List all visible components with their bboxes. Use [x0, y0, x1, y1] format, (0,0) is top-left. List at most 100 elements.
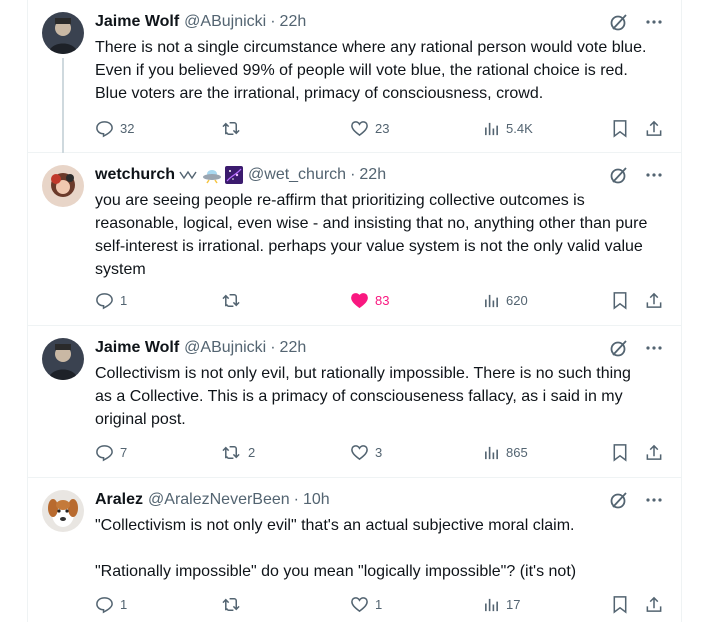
views-count: 620: [506, 292, 528, 308]
views-icon: [483, 444, 500, 461]
bookmark-icon: [611, 119, 629, 138]
bookmark-icon: [611, 443, 629, 462]
timestamp[interactable]: 22h: [280, 339, 307, 357]
like-button[interactable]: 3: [350, 442, 382, 462]
tweet-text: "Collectivism is not only evil" that's a…: [95, 517, 577, 580]
user-handle[interactable]: @wet_church: [248, 166, 346, 184]
bookmark-button[interactable]: [611, 118, 629, 138]
bookmark-icon: [611, 291, 629, 310]
more-icon[interactable]: [645, 13, 663, 31]
display-name[interactable]: Aralez: [95, 491, 143, 509]
tweet-header: Aralez @AralezNeverBeen · 10h: [95, 490, 330, 510]
more-icon[interactable]: [645, 339, 663, 357]
tweet-text: you are seeing people re-affirm that pri…: [95, 192, 648, 278]
tweet-header: Jaime Wolf @ABujnicki · 22h: [95, 12, 306, 32]
share-button[interactable]: [645, 290, 663, 310]
tweet-text: Collectivism is not only evil, but ratio…: [95, 365, 631, 428]
reply-button[interactable]: 7: [95, 442, 127, 462]
display-name[interactable]: Jaime Wolf: [95, 339, 179, 357]
tweet-header: wetchurch @wet_church · 22h: [95, 165, 386, 185]
share-icon: [645, 119, 663, 138]
avatar[interactable]: [42, 490, 84, 532]
thread-line: [62, 58, 64, 153]
share-icon: [645, 595, 663, 614]
views-count: 865: [506, 444, 528, 460]
views-button[interactable]: 865: [483, 442, 528, 462]
more-icon[interactable]: [645, 491, 663, 509]
views-button[interactable]: 5.4K: [483, 118, 533, 138]
more-icon[interactable]: [645, 166, 663, 184]
galaxy-emoji-icon: [225, 166, 244, 184]
tweet[interactable]: wetchurch @wet_church · 22h you are seei…: [28, 153, 681, 326]
avatar[interactable]: [42, 12, 84, 54]
bookmark-icon: [611, 595, 629, 614]
reply-icon: [95, 291, 114, 310]
avatar[interactable]: [42, 338, 84, 380]
user-handle[interactable]: @AralezNeverBeen: [148, 491, 290, 509]
like-icon: [350, 119, 369, 138]
reply-button[interactable]: 1: [95, 290, 127, 310]
user-handle[interactable]: @ABujnicki: [184, 13, 266, 31]
grok-icon[interactable]: [609, 12, 629, 32]
reply-button[interactable]: 1: [95, 594, 127, 614]
repost-button[interactable]: [221, 118, 248, 138]
timeline: Jaime Wolf @ABujnicki · 22h There is not…: [27, 0, 682, 622]
views-button[interactable]: 620: [483, 290, 528, 310]
views-icon: [483, 292, 500, 309]
separator-dot: ·: [293, 491, 299, 508]
tweet-text: There is not a single circumstance where…: [95, 39, 647, 102]
views-count: 17: [506, 596, 521, 612]
action-bar: 1 1 17: [95, 594, 665, 614]
action-bar: 1 83 620: [95, 290, 665, 310]
repost-button[interactable]: 2: [221, 442, 255, 462]
separator-dot: ·: [350, 166, 356, 183]
grok-icon[interactable]: [609, 338, 629, 358]
grok-icon[interactable]: [609, 490, 629, 510]
tweet[interactable]: Jaime Wolf @ABujnicki · 22h Collectivism…: [28, 326, 681, 478]
timestamp[interactable]: 22h: [280, 13, 307, 31]
views-count: 5.4K: [506, 120, 533, 136]
share-icon: [645, 443, 663, 462]
action-bar: 7 2 3 865: [95, 442, 665, 462]
views-button[interactable]: 17: [483, 594, 520, 614]
repost-icon: [221, 119, 242, 138]
timestamp[interactable]: 22h: [359, 166, 386, 184]
like-count: 1: [375, 596, 383, 612]
user-handle[interactable]: @ABujnicki: [184, 339, 266, 357]
share-button[interactable]: [645, 118, 663, 138]
action-bar: 32 23 5.4K: [95, 118, 665, 138]
display-name[interactable]: wetchurch: [95, 166, 175, 184]
wave-emoji-icon: [179, 170, 197, 180]
like-icon: [350, 443, 369, 462]
like-count: 83: [375, 292, 390, 308]
tweet[interactable]: Aralez @AralezNeverBeen · 10h "Collectiv…: [28, 478, 681, 622]
timestamp[interactable]: 10h: [303, 491, 330, 509]
bookmark-button[interactable]: [611, 594, 629, 614]
avatar[interactable]: [42, 165, 84, 207]
tweet-top-actions: [609, 12, 663, 32]
like-button[interactable]: 1: [350, 594, 382, 614]
tweet[interactable]: Jaime Wolf @ABujnicki · 22h There is not…: [28, 0, 681, 153]
grok-icon[interactable]: [609, 165, 629, 185]
share-button[interactable]: [645, 442, 663, 462]
display-name[interactable]: Jaime Wolf: [95, 13, 179, 31]
like-count: 3: [375, 444, 383, 460]
repost-button[interactable]: [221, 290, 248, 310]
like-button[interactable]: 83: [350, 290, 389, 310]
separator-dot: ·: [270, 339, 276, 356]
bookmark-button[interactable]: [611, 442, 629, 462]
tweet-top-actions: [609, 338, 663, 358]
like-button[interactable]: 23: [350, 118, 389, 138]
views-icon: [483, 596, 500, 613]
repost-button[interactable]: [221, 594, 248, 614]
reply-icon: [95, 595, 114, 614]
reply-count: 1: [120, 292, 128, 308]
share-button[interactable]: [645, 594, 663, 614]
bookmark-button[interactable]: [611, 290, 629, 310]
views-icon: [483, 120, 500, 137]
repost-icon: [221, 291, 242, 310]
repost-icon: [221, 595, 242, 614]
reply-button[interactable]: 32: [95, 118, 134, 138]
display-name-emojis: [179, 166, 244, 184]
reply-icon: [95, 443, 114, 462]
